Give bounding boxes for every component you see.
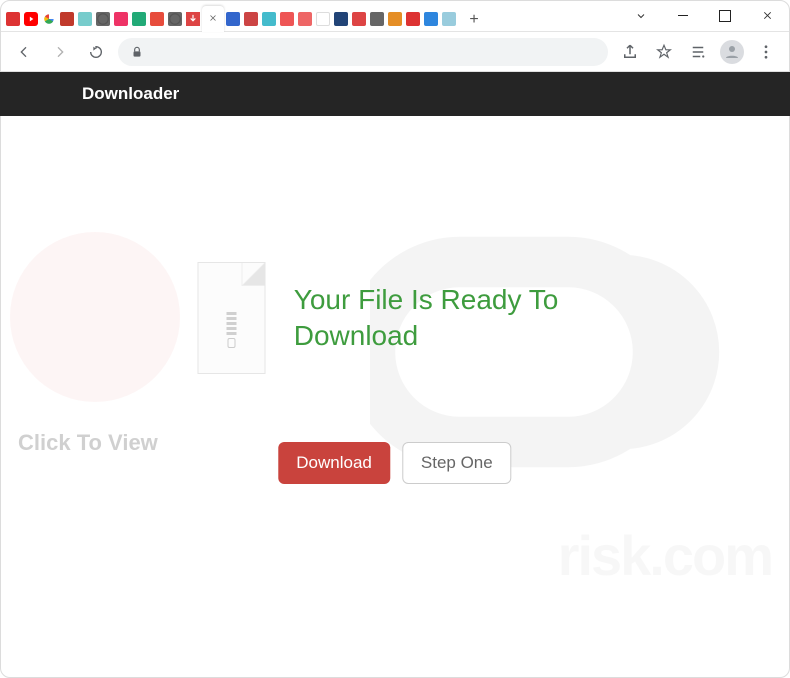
browser-tab[interactable] [242,6,260,32]
address-bar-row [0,32,790,72]
button-row: Download Step One [278,442,511,484]
browser-tab[interactable] [94,6,112,32]
window-maximize-button[interactable] [704,1,746,31]
reading-list-icon[interactable] [684,38,712,66]
window-close-button[interactable] [746,1,788,31]
youtube-icon [316,12,330,26]
google-icon [42,12,56,26]
browser-tab[interactable] [130,6,148,32]
browser-tab[interactable] [224,6,242,32]
content-hero: Your File Is Ready To Download [198,262,593,374]
browser-tab[interactable] [350,6,368,32]
browser-tab[interactable] [386,6,404,32]
browser-tab[interactable] [404,6,422,32]
download-button[interactable]: Download [278,442,390,484]
page-content: Downloader Click To View risk.com Your F… [0,72,790,678]
file-zip-icon [198,262,266,374]
browser-tab[interactable] [440,6,458,32]
bookmark-star-icon[interactable] [650,38,678,66]
browser-tab[interactable] [40,6,58,32]
site-header: Downloader [0,72,790,116]
globe-icon [96,12,110,26]
browser-tab[interactable] [260,6,278,32]
url-bar[interactable] [118,38,608,66]
browser-tab[interactable] [58,6,76,32]
new-tab-button[interactable]: + [462,8,486,32]
browser-tab[interactable] [184,6,202,32]
lock-icon [130,45,144,59]
browser-tab[interactable] [296,6,314,32]
browser-tab[interactable] [76,6,94,32]
share-icon[interactable] [616,38,644,66]
window-title-bar: + [0,0,790,32]
download-icon [226,12,240,26]
site-title: Downloader [82,84,179,104]
window-minimize-button[interactable] [662,1,704,31]
browser-tab-active[interactable] [202,6,224,32]
browser-tab[interactable] [422,6,440,32]
watermark-risk-text: risk.com [558,523,772,588]
back-button[interactable] [10,38,38,66]
download-icon [186,12,200,26]
headline-text: Your File Is Ready To Download [294,282,593,355]
globe-icon [168,12,182,26]
browser-tab[interactable] [148,6,166,32]
kebab-menu-icon[interactable] [752,38,780,66]
browser-tab[interactable] [112,6,130,32]
youtube-icon [24,12,38,26]
tabs-dropdown-icon[interactable] [620,1,662,31]
watermark-text: Click To View [18,430,158,456]
close-icon[interactable] [208,13,218,26]
forward-button[interactable] [46,38,74,66]
profile-avatar[interactable] [718,38,746,66]
browser-tab[interactable] [22,6,40,32]
browser-tab[interactable] [332,6,350,32]
watermark-circle [10,232,180,402]
step-one-button[interactable]: Step One [402,442,512,484]
browser-tab[interactable] [166,6,184,32]
browser-tab[interactable] [368,6,386,32]
browser-tab[interactable] [278,6,296,32]
tab-strip: + [4,0,486,32]
browser-tab[interactable] [314,6,332,32]
reload-button[interactable] [82,38,110,66]
browser-tab[interactable] [4,6,22,32]
